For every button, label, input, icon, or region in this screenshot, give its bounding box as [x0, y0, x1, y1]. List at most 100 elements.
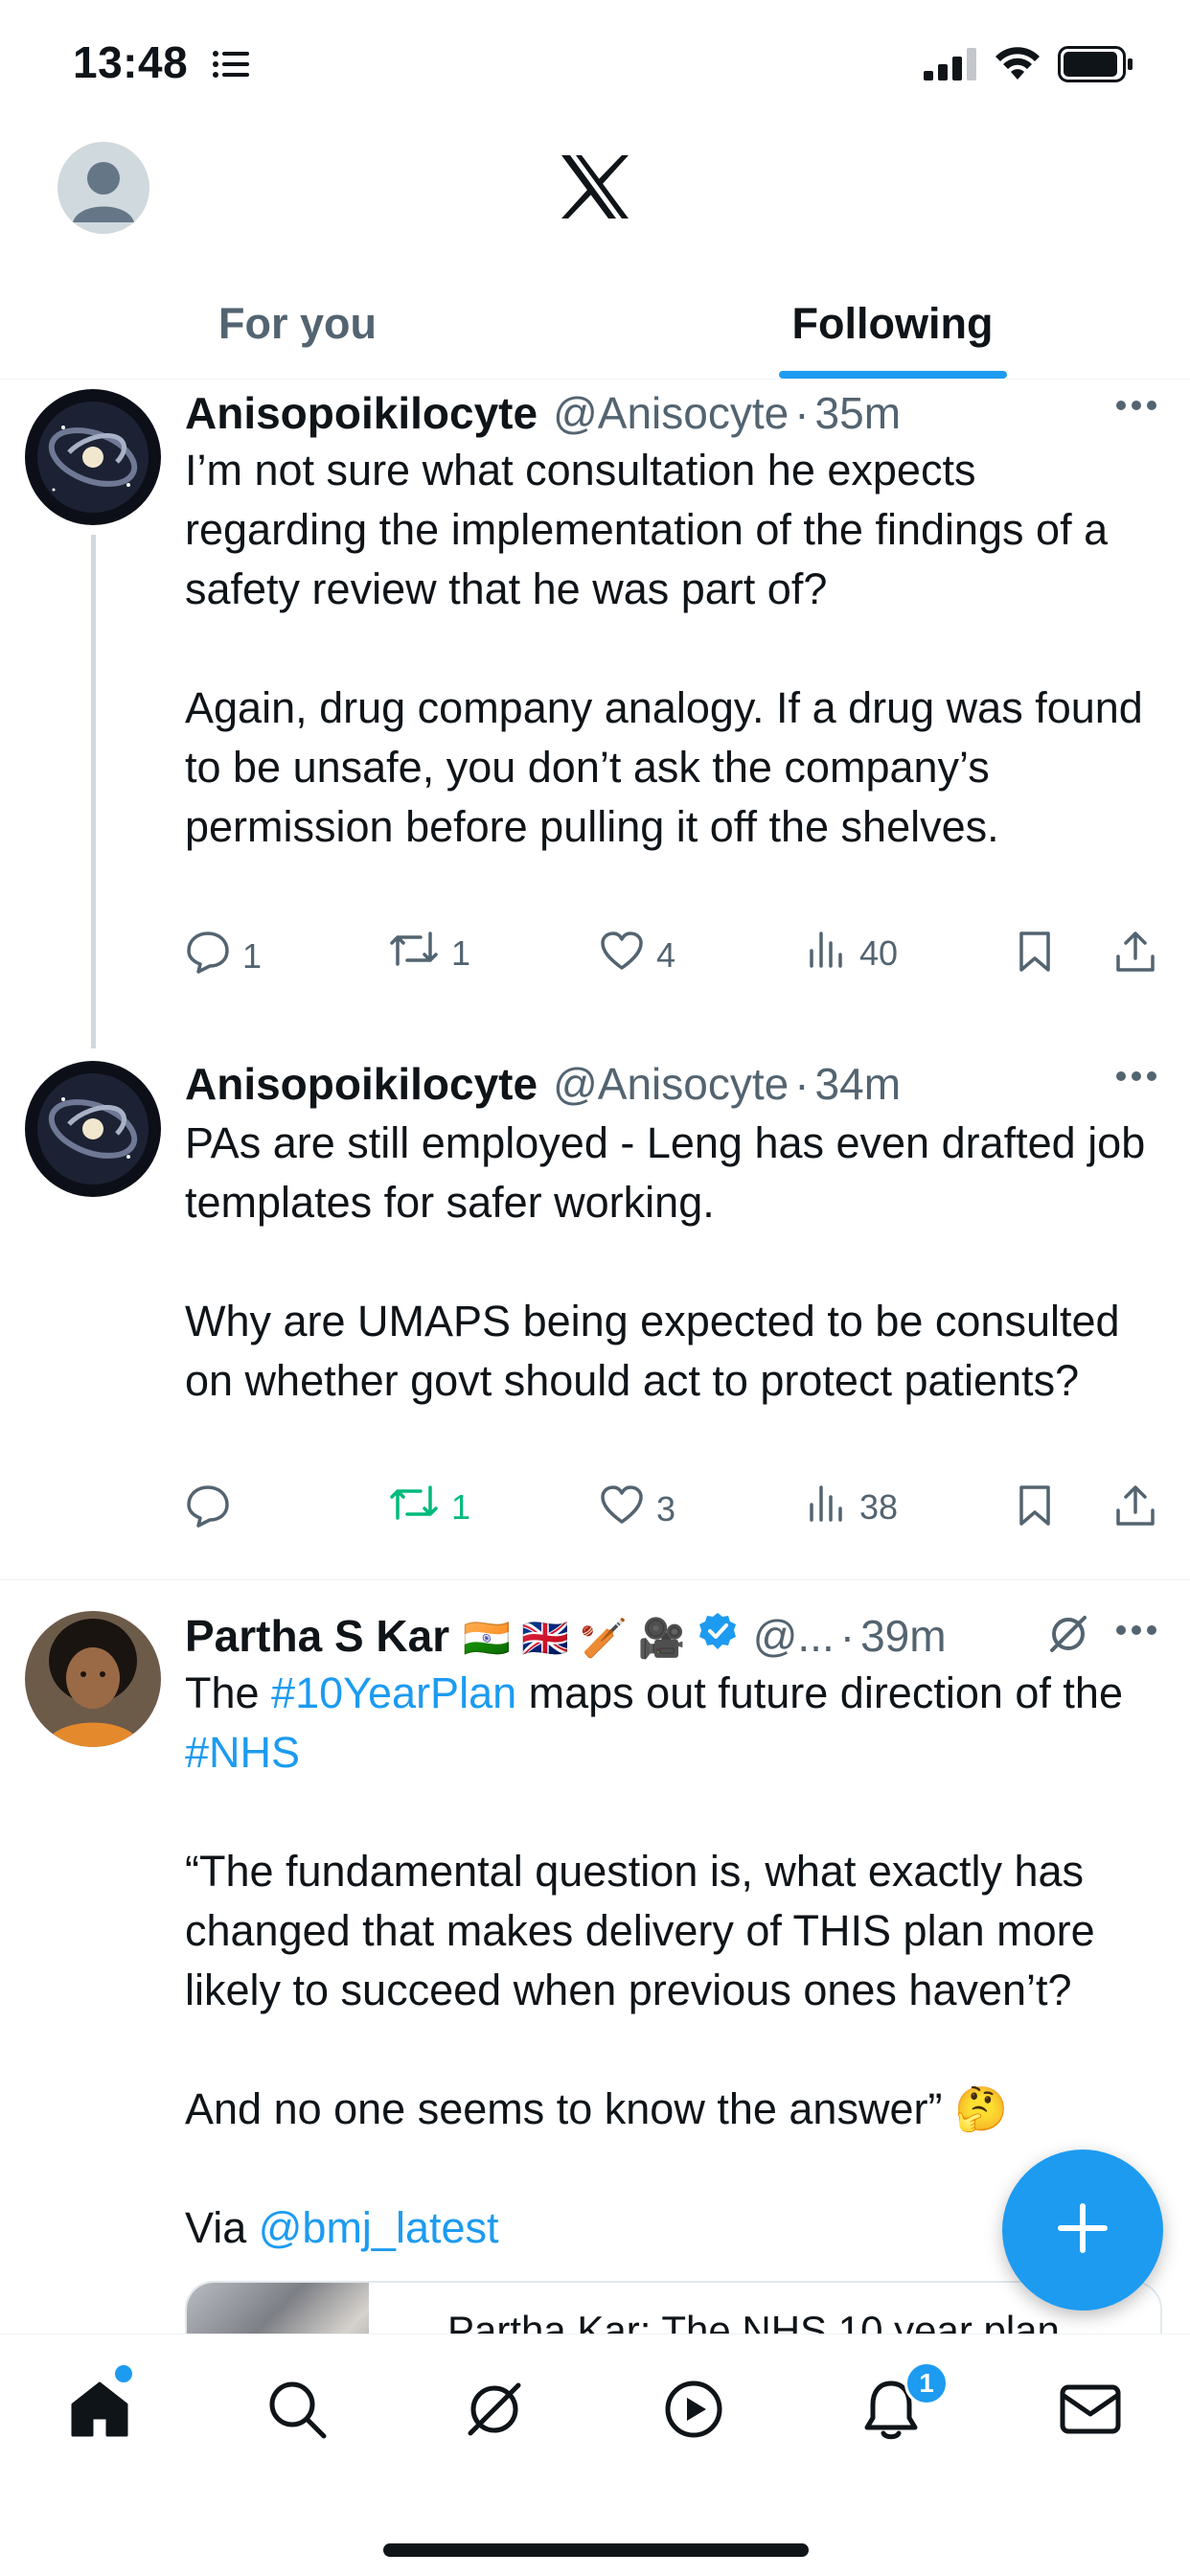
separator: · [794, 1059, 810, 1109]
nav-video[interactable] [655, 2373, 732, 2450]
status-time: 13:48 [73, 37, 189, 87]
verified-badge-icon [698, 1610, 738, 1662]
tab-following-label: Following [791, 299, 994, 348]
wifi-icon [995, 47, 1041, 86]
heart-icon [599, 1484, 645, 1534]
link-preview-card[interactable]: Partha Kar: The NHS 10 year plan [185, 2281, 1162, 2334]
timestamp[interactable]: 35m [815, 387, 901, 439]
like-button[interactable]: 4 [599, 930, 675, 980]
avatar[interactable] [25, 389, 161, 525]
share-icon [1114, 930, 1156, 982]
search-icon [266, 2379, 328, 2445]
more-icon[interactable] [1115, 1070, 1157, 1087]
bookmark-icon [1017, 1484, 1053, 1536]
reply-button[interactable] [185, 1484, 242, 1536]
repost-icon [388, 930, 440, 977]
thinking-emoji: 🤔 [953, 2084, 1008, 2133]
tweet-actions: 1 1 4 40 [185, 930, 1162, 987]
tweet[interactable]: Anisopoikilocyte @Anisocyte · 35m I’m no… [0, 381, 1190, 1052]
name-emojis: 🇮🇳 🇬🇧 🏏 🎥 [463, 1618, 686, 1660]
tweet-paragraph: The #10YearPlan maps out future directio… [185, 1664, 1162, 1782]
notifications-badge: 1 [904, 2361, 949, 2405]
tweet-text: PAs are still employed - Leng has even d… [185, 1114, 1162, 1411]
more-icon[interactable] [1115, 399, 1157, 416]
grok-icon [463, 2378, 526, 2446]
tab-following[interactable]: Following [595, 278, 1190, 379]
tweet-text-segment: Via [185, 2203, 259, 2252]
timeline-feed[interactable]: Anisopoikilocyte @Anisocyte · 35m I’m no… [0, 381, 1190, 2334]
reply-button[interactable]: 1 [185, 930, 262, 982]
battery-icon [1058, 46, 1134, 87]
display-name[interactable]: Anisopoikilocyte [185, 387, 538, 439]
signal-icon [924, 48, 977, 85]
share-icon [1114, 1484, 1156, 1536]
focus-list-icon [213, 50, 251, 83]
tweet-header: Anisopoikilocyte @Anisocyte · 34m [185, 1058, 901, 1110]
nav-search[interactable] [259, 2373, 335, 2450]
share-button[interactable] [1114, 1484, 1156, 1536]
profile-avatar[interactable] [57, 142, 149, 234]
handle[interactable]: @Anisocyte [553, 387, 789, 439]
tweet-header: Partha S Kar 🇮🇳 🇬🇧 🏏 🎥 @... · 39m [185, 1610, 947, 1662]
more-icon[interactable] [1115, 1623, 1157, 1641]
hashtag-link[interactable]: #10YearPlan [271, 1668, 516, 1717]
x-logo-icon[interactable] [559, 153, 631, 225]
bookmark-button[interactable] [1017, 930, 1053, 982]
tweet-actions: 1 3 38 [185, 1484, 1162, 1541]
like-count: 4 [656, 934, 676, 975]
nav-messages[interactable] [1052, 2373, 1129, 2450]
nav-grok[interactable] [456, 2373, 533, 2450]
grok-icon[interactable] [1046, 1612, 1090, 1661]
tab-for-you-label: For you [218, 299, 377, 348]
handle[interactable]: @Anisocyte [553, 1058, 789, 1110]
views-icon [808, 1484, 848, 1530]
tweet-text-segment: And no one seems to know the answer” [185, 2084, 954, 2133]
reply-count: 1 [242, 935, 263, 976]
feed-tabs: For you Following [0, 278, 1190, 380]
active-tab-indicator [778, 371, 1007, 379]
tweet-paragraph: I’m not sure what consultation he expect… [185, 446, 1109, 613]
avatar[interactable] [25, 1611, 161, 1747]
repost-button[interactable]: 1 [388, 930, 470, 977]
card-thumbnail [187, 2283, 369, 2334]
reply-icon [185, 1484, 231, 1536]
like-button[interactable]: 3 [599, 1484, 675, 1534]
home-unread-dot [115, 2365, 132, 2382]
tweet-text-segment: The [185, 1668, 272, 1717]
card-title: Partha Kar: The NHS 10 year plan [447, 2308, 1060, 2334]
tweet-text-segment: maps out future direction of the [516, 1668, 1123, 1717]
thread-connector [91, 535, 96, 1048]
handle[interactable]: @... [753, 1610, 835, 1662]
mention-link[interactable]: @bmj_latest [259, 2203, 499, 2252]
views-count: 38 [859, 1486, 899, 1527]
tweet-text: The #10YearPlan maps out future directio… [185, 1664, 1162, 2258]
share-button[interactable] [1114, 930, 1156, 982]
repost-button[interactable]: 1 [388, 1484, 470, 1530]
tweet-paragraph: PAs are still employed - Leng has even d… [185, 1118, 1146, 1227]
tweet-paragraph: And no one seems to know the answer” 🤔 [185, 2080, 1162, 2139]
nav-home[interactable] [61, 2373, 138, 2450]
video-icon [663, 2379, 724, 2445]
heart-icon [599, 930, 645, 980]
plus-icon [1057, 2202, 1109, 2259]
avatar[interactable] [25, 1061, 161, 1197]
tab-for-you[interactable]: For you [0, 278, 595, 379]
views-icon [808, 930, 848, 977]
hashtag-link[interactable]: #NHS [185, 1728, 300, 1777]
bottom-navigation: 1 [0, 2334, 1190, 2576]
status-bar: 13:48 [0, 0, 1190, 125]
timestamp[interactable]: 39m [860, 1610, 946, 1662]
views-button[interactable]: 38 [808, 1484, 898, 1530]
tweet-divider [0, 1579, 1190, 1580]
bookmark-button[interactable] [1017, 1484, 1053, 1536]
reply-icon [185, 930, 231, 982]
display-name[interactable]: Anisopoikilocyte [185, 1058, 538, 1110]
separator: · [794, 388, 810, 438]
tweet-header: Anisopoikilocyte @Anisocyte · 35m [185, 387, 901, 439]
bookmark-icon [1017, 930, 1053, 982]
views-button[interactable]: 40 [808, 930, 898, 977]
timestamp[interactable]: 34m [815, 1058, 901, 1110]
compose-button[interactable] [1002, 2150, 1163, 2311]
tweet[interactable]: Anisopoikilocyte @Anisocyte · 34m PAs ar… [0, 1052, 1190, 1594]
display-name[interactable]: Partha S Kar [185, 1610, 449, 1662]
